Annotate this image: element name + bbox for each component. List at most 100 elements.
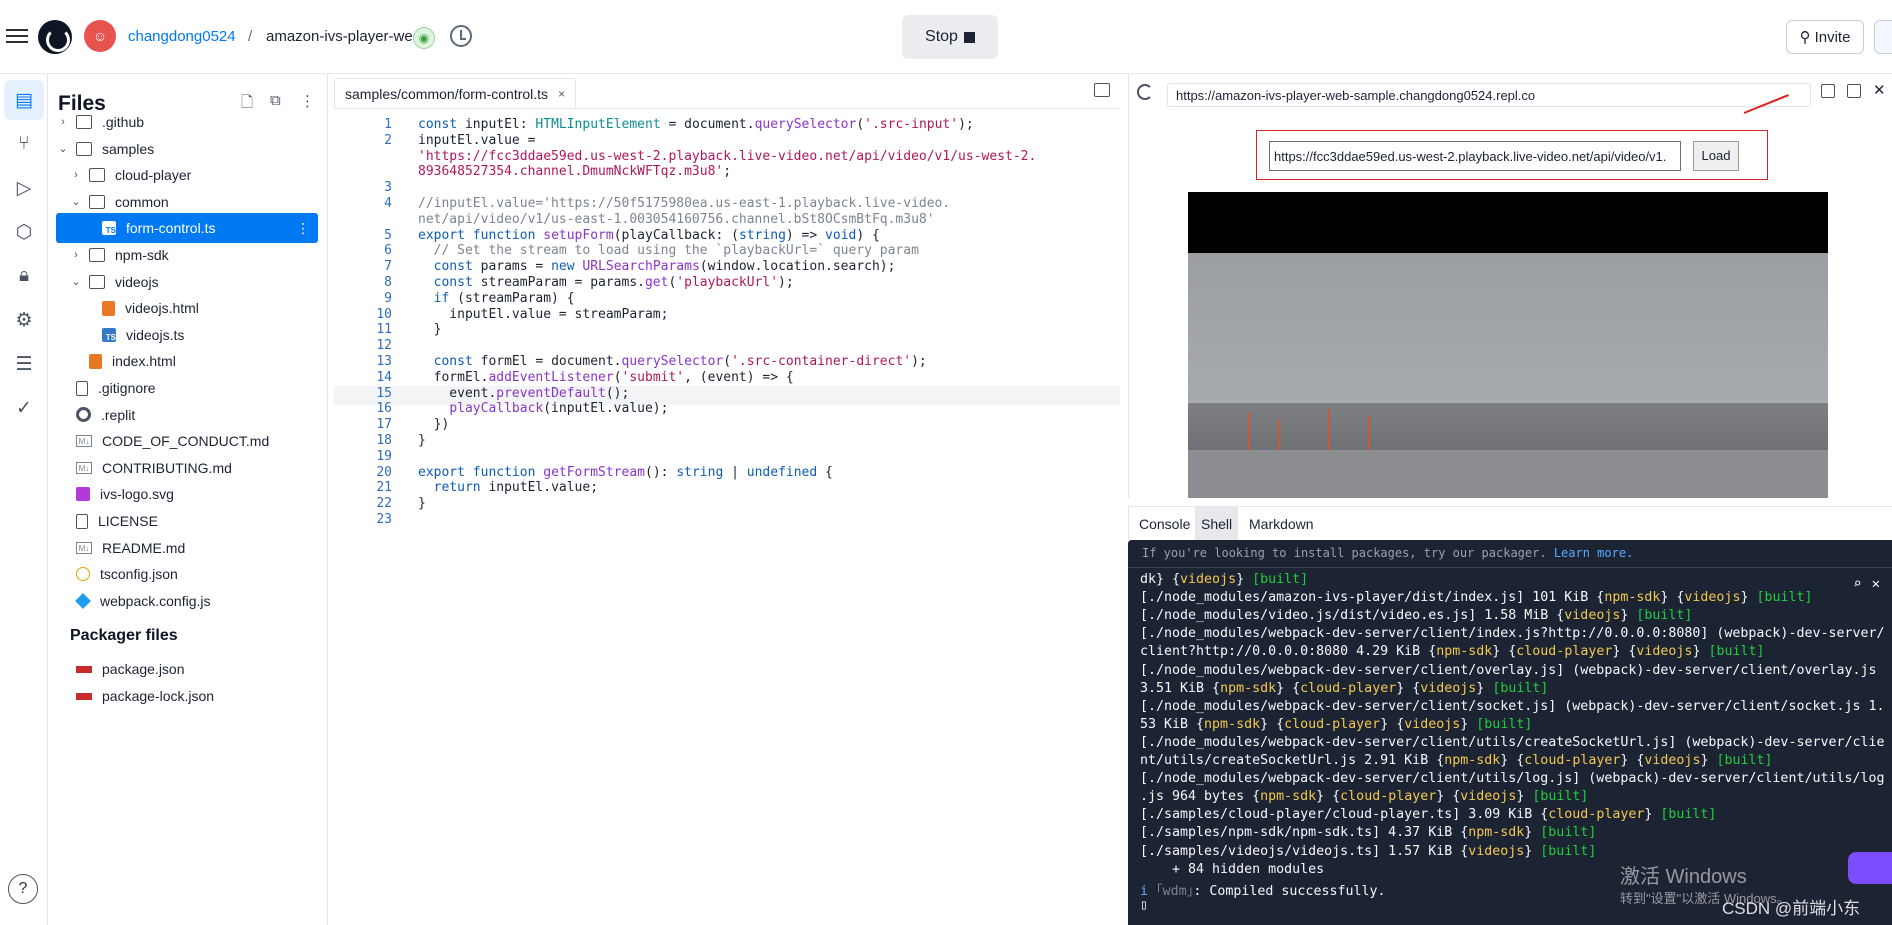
folder-file-icon [89, 248, 105, 262]
chevron-icon[interactable]: › [69, 169, 83, 181]
files-tool-icon[interactable]: ▤ [4, 80, 44, 120]
version-control-icon[interactable]: ⑂ [4, 124, 44, 164]
unit-tests-check-icon[interactable]: ✓ [4, 388, 44, 428]
folder-item[interactable]: › cloud-player [56, 160, 318, 190]
shell-line: [./node_modules/webpack-dev-server/clien… [1140, 662, 1877, 678]
file-name-label: samples [102, 140, 155, 157]
line-number: 12 [376, 338, 392, 354]
tab-markdown[interactable]: Markdown [1243, 507, 1320, 541]
file-item[interactable]: .replit [56, 400, 318, 430]
help-button[interactable]: ? [8, 874, 38, 904]
file-name-label: common [115, 193, 169, 210]
secrets-lock-icon[interactable]: 🔒︎ [4, 256, 44, 296]
editor-menu-icon[interactable] [1094, 83, 1110, 97]
repl-status-icon[interactable]: ◉ [413, 27, 435, 49]
stream-url-input[interactable]: https://fcc3ddae59ed.us-west-2.playback.… [1269, 141, 1681, 171]
file-item[interactable]: M↓ README.md [56, 533, 318, 563]
file-name-label: videojs.html [125, 300, 199, 317]
video-player[interactable] [1188, 192, 1828, 498]
file-item[interactable]: .gitignore [56, 373, 318, 403]
line-number: 9 [384, 290, 392, 306]
tab-shell[interactable]: Shell [1195, 507, 1239, 541]
console-tabs: Console Shell Markdown [1128, 506, 1892, 541]
code-text: } [418, 496, 426, 512]
packager-file-item[interactable]: package-lock.json [56, 681, 318, 711]
user-avatar[interactable]: ☺ [84, 20, 116, 52]
debugger-icon[interactable]: ▷ [4, 168, 44, 208]
packages-icon[interactable]: ⬡ [4, 212, 44, 252]
chevron-icon[interactable]: ⌄ [69, 195, 83, 208]
shell-tools: ⌕ ✕ [1853, 576, 1880, 592]
refresh-icon[interactable] [1137, 84, 1153, 100]
json-file-icon [76, 567, 90, 582]
username-link[interactable]: changdong0524 [128, 28, 236, 45]
code-text: } [418, 322, 442, 338]
code-text: formEl.addEventListener('submit', (event… [418, 369, 794, 385]
search-button[interactable] [1874, 20, 1892, 54]
file-name-label: CONTRIBUTING.md [102, 459, 232, 476]
replit-logo-icon[interactable] [38, 20, 72, 54]
settings-gear-icon[interactable]: ⚙ [4, 300, 44, 340]
chevron-icon[interactable]: ⌄ [56, 142, 70, 155]
preview-url-bar[interactable]: https://amazon-ivs-player-web-sample.cha… [1167, 83, 1811, 107]
menu-icon[interactable] [6, 25, 28, 47]
file-item[interactable]: index.html [56, 346, 318, 376]
chevron-icon[interactable]: › [69, 249, 83, 261]
windows-activation-title: 激活 Windows [1620, 866, 1747, 888]
file-item[interactable]: M↓ CONTRIBUTING.md [56, 453, 318, 483]
file-options-icon[interactable]: ⋮ [296, 220, 310, 237]
invite-button[interactable]: ⚲ Invite [1786, 20, 1864, 54]
file-name-label: ivs-logo.svg [100, 486, 174, 503]
editor-tab[interactable]: samples/common/form-control.ts × [334, 78, 577, 108]
chevron-icon[interactable]: ⌄ [69, 275, 83, 288]
file-item[interactable]: LICENSE [56, 506, 318, 536]
open-new-tab-icon[interactable] [1847, 84, 1861, 98]
code-area[interactable]: 1 const inputEl: HTMLInputElement = docum… [334, 108, 1120, 918]
folder-item[interactable]: ⌄ samples [56, 134, 318, 164]
line-number: 8 [384, 275, 392, 290]
md-file-icon: M↓ [76, 435, 92, 448]
chevron-icon[interactable]: › [56, 116, 70, 128]
repl-name[interactable]: amazon-ivs-player-we... [266, 28, 425, 45]
file-item[interactable]: TS form-control.ts ⋮ [56, 213, 318, 244]
close-icon[interactable]: ✕ [1872, 576, 1880, 592]
code-text: }) [418, 417, 450, 433]
packager-file-item[interactable]: package.json [56, 654, 318, 684]
learn-more-link[interactable]: Learn more. [1554, 546, 1633, 560]
folder-item[interactable]: ⌄ common [56, 187, 318, 217]
file-name-label: npm-sdk [115, 247, 169, 263]
database-icon[interactable]: ☰ [4, 344, 44, 384]
file-item[interactable]: videojs.html [56, 293, 318, 323]
file-name-label: tsconfig.json [100, 566, 178, 583]
code-text: playCallback(inputEl.value); [449, 401, 669, 417]
chat-button[interactable] [1848, 852, 1892, 884]
search-icon[interactable]: ⌕ [1853, 576, 1861, 592]
close-tab-icon[interactable]: × [558, 87, 565, 101]
edit-url-icon[interactable] [1821, 84, 1835, 98]
history-icon[interactable] [450, 25, 472, 47]
folder-item[interactable]: › npm-sdk [56, 240, 318, 270]
code-text: export function setupForm(playCallback: … [418, 227, 880, 243]
breadcrumb-separator: / [248, 28, 253, 45]
file-name-label: README.md [102, 539, 186, 556]
code-text: const streamParam = params.get('playback… [433, 275, 794, 290]
tab-console[interactable]: Console [1133, 507, 1196, 541]
web-file-icon [75, 592, 91, 609]
file-item[interactable]: M↓ CODE_OF_CONDUCT.md [56, 426, 318, 456]
file-item[interactable]: ivs-logo.svg [56, 479, 318, 509]
folder-item[interactable]: › .github [56, 107, 318, 137]
close-preview-icon[interactable]: ✕ [1873, 81, 1886, 99]
html-file-icon [89, 353, 102, 369]
html-file-icon [102, 300, 115, 316]
file-item[interactable]: webpack.config.js [56, 586, 318, 616]
crane-shape [1278, 419, 1280, 453]
load-button[interactable]: Load [1693, 141, 1739, 171]
file-item[interactable]: TS videojs.ts [56, 320, 318, 350]
invite-label: Invite [1814, 28, 1851, 46]
shell-terminal[interactable]: If you're looking to install packages, t… [1128, 540, 1892, 925]
file-item[interactable]: tsconfig.json [56, 559, 318, 589]
line-number: 5 [384, 227, 392, 243]
stop-button[interactable]: Stop [902, 15, 998, 59]
folder-file-icon [76, 141, 92, 156]
folder-item[interactable]: ⌄ videojs [56, 267, 318, 297]
